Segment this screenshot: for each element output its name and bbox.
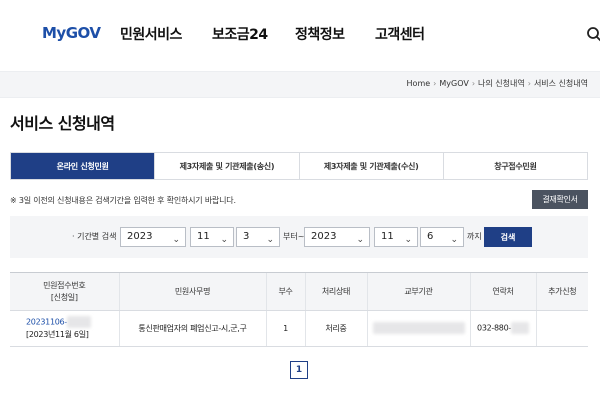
cell-issuing-agency <box>366 310 470 347</box>
cell-affair-name: 통신판매업자의 폐업신고-시,군,구 <box>118 310 266 347</box>
breadcrumb-service-applications[interactable]: 서비스 신청내역 <box>534 79 588 88</box>
col-contact: 연락처 <box>469 272 536 311</box>
from-year-select[interactable]: 2023 ⌄ <box>120 227 186 247</box>
until-text: 까지 <box>467 232 482 241</box>
applications-table: 민원접수번호 [신청일] 민원사무명 부수 처리상태 교부기관 연락처 추가신청 … <box>10 272 588 347</box>
cell-copies: 1 <box>265 310 305 347</box>
site-logo[interactable]: MyGOV <box>42 24 101 42</box>
search-button[interactable]: 검색 <box>484 227 532 247</box>
tab-online-applications[interactable]: 온라인 신청민원 <box>11 153 155 179</box>
period-filter: · 기간별 검색 2023 ⌄ 11 ⌄ 3 ⌄ 부터~ 2023 ⌄ 11 ⌄ 6 ⌄ 까… <box>10 216 588 258</box>
notice-text: ※ 3일 이전의 신청내용은 검색기간을 입력한 후 확인하시기 바랍니다. <box>10 196 236 205</box>
chevron-down-icon: ⌄ <box>356 235 364 245</box>
chevron-down-icon: ⌄ <box>266 235 274 245</box>
between-text: 부터~ <box>283 232 305 241</box>
from-month-value: 11 <box>197 231 210 242</box>
breadcrumb-bar: Home › MyGOV › 나의 신청내역 › 서비스 신청내역 <box>0 71 600 98</box>
to-year-select[interactable]: 2023 ⌄ <box>304 227 370 247</box>
col-receipt-number: 민원접수번호 [신청일] <box>10 272 119 311</box>
col-affair-name: 민원사무명 <box>118 272 266 311</box>
page-title: 서비스 신청내역 <box>10 114 115 133</box>
to-month-select[interactable]: 11 ⌄ <box>374 227 418 247</box>
chevron-right-icon: › <box>471 79 476 88</box>
to-day-value: 6 <box>427 231 434 242</box>
tab-bar: 온라인 신청민원 제3자제출 및 기관제출(송신) 제3자제출 및 기관제출(수… <box>10 152 588 180</box>
chevron-right-icon: › <box>527 79 531 88</box>
from-year-value: 2023 <box>127 231 153 242</box>
chevron-down-icon: ⌄ <box>450 235 458 245</box>
approval-certificate-button[interactable]: 결재확인서 <box>532 190 588 209</box>
table-row: 20231106- [2023년11월 6일] 통신판매업자의 폐업신고-시,군… <box>10 310 588 347</box>
tab-counter-applications[interactable]: 창구접수민원 <box>442 153 587 179</box>
redacted-area <box>510 322 529 335</box>
cell-additional-request <box>535 310 588 347</box>
search-icon[interactable] <box>586 26 600 42</box>
from-day-value: 3 <box>243 231 250 242</box>
from-month-select[interactable]: 11 ⌄ <box>190 227 234 247</box>
tab-third-party-sent[interactable]: 제3자제출 및 기관제출(송신) <box>154 153 299 179</box>
from-day-select[interactable]: 3 ⌄ <box>236 227 280 247</box>
cell-status: 처리중 <box>304 310 367 347</box>
chevron-down-icon: ⌄ <box>172 235 180 245</box>
application-date: [2023년11월 6일] <box>26 329 89 339</box>
breadcrumb-my-applications[interactable]: 나의 신청내역 <box>478 79 525 88</box>
col-additional-request: 추가신청 <box>535 272 588 311</box>
contact-number: 032-880- <box>477 323 511 333</box>
col-status: 처리상태 <box>304 272 367 311</box>
nav-policy-info[interactable]: 정책정보 <box>295 24 345 44</box>
tab-third-party-received[interactable]: 제3자제출 및 기관제출(수신) <box>298 153 443 179</box>
chevron-down-icon: ⌄ <box>220 235 228 245</box>
col-issuing-agency: 교부기관 <box>366 272 470 311</box>
top-navigation: MyGOV 민원서비스 보조금24 정책정보 고객센터 <box>0 0 600 70</box>
nav-subsidy24[interactable]: 보조금24 <box>212 24 268 44</box>
to-year-value: 2023 <box>311 231 337 242</box>
breadcrumb: Home › MyGOV › 나의 신청내역 › 서비스 신청내역 <box>407 78 588 89</box>
chevron-down-icon: ⌄ <box>404 235 412 245</box>
breadcrumb-mygov[interactable]: MyGOV <box>439 79 468 88</box>
redacted-area <box>66 316 91 329</box>
receipt-number-link[interactable]: 20231106- <box>26 318 67 327</box>
redacted-area <box>372 322 465 335</box>
page-button-current[interactable]: 1 <box>290 361 308 379</box>
to-day-select[interactable]: 6 ⌄ <box>420 227 464 247</box>
table-header-row: 민원접수번호 [신청일] 민원사무명 부수 처리상태 교부기관 연락처 추가신청 <box>10 272 588 311</box>
cell-receipt-number: 20231106- [2023년11월 6일] <box>10 310 119 347</box>
filter-label: · 기간별 검색 <box>72 232 117 241</box>
chevron-right-icon: › <box>433 79 437 88</box>
nav-customer-center[interactable]: 고객센터 <box>375 24 425 44</box>
breadcrumb-home[interactable]: Home <box>407 79 431 88</box>
to-month-value: 11 <box>381 231 394 242</box>
cell-contact: 032-880- <box>469 310 536 347</box>
col-copies: 부수 <box>265 272 305 311</box>
nav-civil-service[interactable]: 민원서비스 <box>120 24 182 44</box>
